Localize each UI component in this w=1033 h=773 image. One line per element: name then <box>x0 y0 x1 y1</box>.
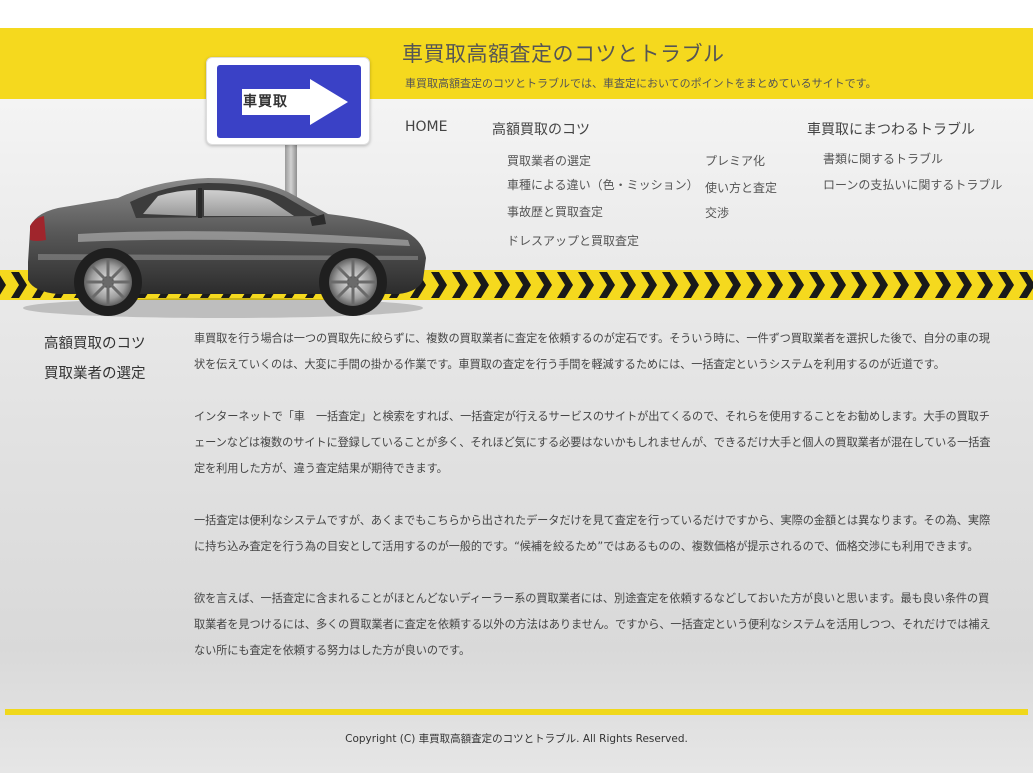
nav-sub-dressup[interactable]: ドレスアップと買取査定 <box>507 232 639 249</box>
nav-sub-documents-trouble[interactable]: 書類に関するトラブル <box>823 150 943 167</box>
site-title[interactable]: 車買取高額査定のコツとトラブル <box>402 38 725 68</box>
content-paragraph: 一括査定は便利なシステムですが、あくまでもこちらから出されたデータだけを見て査定… <box>194 514 991 553</box>
nav-trouble[interactable]: 車買取にまつわるトラブル <box>807 119 975 139</box>
sidebar-item-tips[interactable]: 高額買取のコツ <box>44 332 146 353</box>
nav-home[interactable]: HOME <box>405 119 447 135</box>
nav-tips[interactable]: 高額買取のコツ <box>492 119 590 139</box>
nav-sub-loan-trouble[interactable]: ローンの支払いに関するトラブル <box>823 176 1002 193</box>
content-paragraph: 欲を言えば、一括査定に含まれることがほとんどないディーラー系の買取業者には、別途… <box>194 592 991 657</box>
footer-divider <box>5 709 1028 715</box>
sidebar-item-dealer-selection[interactable]: 買取業者の選定 <box>44 362 146 383</box>
signboard-logo[interactable]: 車買取 <box>206 57 370 145</box>
content-paragraph: インターネットで「車 一括査定」と検索をすれば、一括査定が行えるサービスのサイト… <box>194 410 991 475</box>
nav-sub-accident-history[interactable]: 事故歴と買取査定 <box>507 203 603 220</box>
nav-sub-dealer-selection[interactable]: 買取業者の選定 <box>507 152 591 169</box>
nav-sub-premium[interactable]: プレミア化 <box>705 152 765 169</box>
nav-sub-negotiation[interactable]: 交渉 <box>705 204 729 221</box>
nav-sub-model-difference[interactable]: 車種による違い（色・ミッション） <box>507 176 699 193</box>
car-image <box>23 178 426 318</box>
content-paragraph: 車買取を行う場合は一つの買取先に絞らずに、複数の買取業者に査定を依頼するのが定石… <box>194 332 990 371</box>
site-subtitle: 車買取高額査定のコツとトラブルでは、車査定においてのポイントをまとめているサイト… <box>405 77 877 90</box>
nav-sub-usage[interactable]: 使い方と査定 <box>705 179 777 196</box>
copyright-text: Copyright (C) 車買取高額査定のコツとトラブル. All Right… <box>345 733 688 745</box>
main-content: 車買取を行う場合は一つの買取先に絞らずに、複数の買取業者に査定を依頼するのが定石… <box>194 326 994 690</box>
sign-label: 車買取 <box>243 94 288 110</box>
